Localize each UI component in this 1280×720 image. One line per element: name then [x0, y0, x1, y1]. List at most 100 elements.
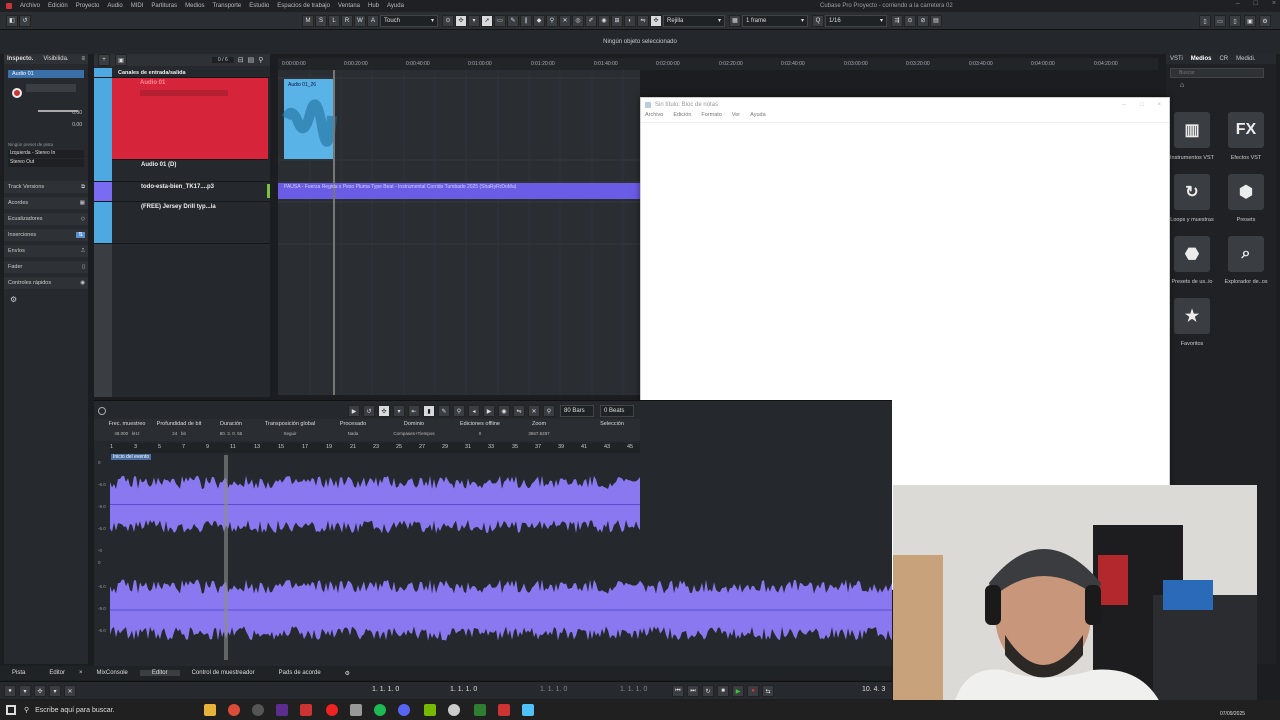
punch-icon[interactable]: ✕ [64, 685, 76, 697]
inspector-settings-icon[interactable]: ⚙ [10, 295, 82, 304]
obs-icon[interactable] [252, 704, 264, 716]
editor-playhead[interactable] [224, 455, 228, 660]
windows-start-icon[interactable] [6, 705, 16, 715]
left-locator[interactable]: 1. 1. 1. 0 [372, 686, 399, 693]
editor-play-tool-icon[interactable]: ▶ [483, 405, 495, 417]
editor-scroll-icon[interactable]: ⇤ [408, 405, 420, 417]
comp-tool-icon[interactable]: ⊞ [611, 14, 623, 27]
volume-fader[interactable] [38, 110, 78, 112]
tab-chord-pads[interactable]: Pads de acorde [267, 670, 333, 676]
taskbar-search[interactable]: ⚲ Escribe aquí para buscar. [24, 701, 194, 719]
solo-mode-button[interactable]: S [315, 14, 327, 27]
vst-effects-tile[interactable]: FX [1228, 112, 1264, 148]
color-icon[interactable]: ◐ [624, 14, 636, 27]
record-icon[interactable]: ● [747, 685, 759, 697]
loop-toggle-icon[interactable]: ↺ [363, 405, 375, 417]
bars-field[interactable]: 80 Bars [560, 405, 594, 417]
snap-toggle-icon[interactable]: ✣ [650, 14, 662, 27]
section-fader[interactable]: Fader ▯ [4, 261, 88, 273]
notepad-close-icon[interactable]: × [1157, 98, 1161, 112]
mute-tool-icon[interactable]: ✕ [559, 14, 571, 27]
chrome-alt-icon[interactable] [448, 704, 460, 716]
favorites-tile[interactable]: ★ [1174, 298, 1210, 334]
glue-tool-icon[interactable]: ∥ [520, 14, 532, 27]
object-selection-tool-icon[interactable]: ➚ [481, 14, 493, 27]
info-bit-depth[interactable]: Profundidad de bit 24 bit [154, 421, 204, 436]
snap-type-select[interactable]: Rejilla ▾ [663, 14, 725, 27]
notepad-menu-file[interactable]: Archivo [645, 112, 663, 122]
app-icon[interactable] [350, 704, 362, 716]
spotify-icon[interactable] [374, 704, 386, 716]
menu-item[interactable]: Estudio [249, 3, 269, 9]
home-icon[interactable]: ⌂ [1180, 82, 1184, 89]
premiere-icon[interactable] [276, 704, 288, 716]
editor-dropdown-icon[interactable]: ▾ [393, 405, 405, 417]
range-tool-icon[interactable]: ▭ [494, 14, 506, 27]
notepad-menu-edit[interactable]: Edición [673, 112, 691, 122]
beats-field[interactable]: 0 Beats [600, 405, 634, 417]
notepad-maximize-icon[interactable]: □ [1140, 98, 1144, 112]
user-presets-tile[interactable]: ⬣ [1174, 236, 1210, 272]
editor-snap-zero-icon[interactable]: ✕ [528, 405, 540, 417]
punch-in-locator[interactable]: 1. 1. 1. 0 [540, 686, 567, 693]
read-button[interactable]: R [341, 14, 353, 27]
add-track-icon[interactable]: + [98, 54, 110, 66]
editor-draw-icon[interactable]: ✎ [438, 405, 450, 417]
track-jersey-drill[interactable]: (FREE) Jersey Drill typ...ia [94, 202, 270, 244]
activate-project-icon[interactable]: ◧ [6, 14, 18, 27]
menu-item[interactable]: Edición [48, 3, 68, 9]
nudge-icon[interactable]: ⇋ [637, 14, 649, 27]
automation-mode-select[interactable]: Touch ▾ [380, 14, 438, 27]
routing-input[interactable]: Izquierda - Stereo In [8, 150, 84, 158]
loops-tile[interactable]: ↻ [1174, 174, 1210, 210]
go-to-end-icon[interactable]: ⏭ [687, 685, 699, 697]
track-todo-esta-bien[interactable]: todo-esta-bien_TK17....p3 [94, 182, 270, 202]
tab-track[interactable]: Pista [0, 670, 37, 676]
close-icon[interactable]: × [1272, 0, 1276, 7]
section-inserts[interactable]: Inserciones ⇅ [4, 229, 88, 241]
editor-ruler[interactable]: 1 3 5 7 9 11 13 15 17 19 21 23 25 27 29 … [110, 443, 640, 453]
quantize-panel-icon[interactable]: ▤ [930, 14, 942, 27]
tab-settings-icon[interactable]: ⚙ [333, 670, 362, 677]
info-offline-edits[interactable]: Ediciones offline 0 [450, 421, 510, 436]
mute-mode-button[interactable]: M [302, 14, 314, 27]
minimize-icon[interactable]: – [1236, 0, 1240, 7]
menu-item[interactable]: MIDI [131, 3, 144, 9]
layout-full-icon[interactable]: ▣ [1244, 15, 1256, 27]
info-duration[interactable]: Duración 80. 3. 0. 55 [206, 421, 256, 436]
track-filter-icon[interactable]: ⊟ [238, 56, 244, 64]
tab-media[interactable]: Medios [1191, 56, 1212, 62]
cycle-icon[interactable]: ↻ [702, 685, 714, 697]
explorer-tile[interactable]: ⌕ [1228, 236, 1264, 272]
quantize-value-select[interactable]: 1/16 ▾ [825, 14, 887, 27]
track-audio-01-d[interactable]: Audio 01 (D) [94, 160, 270, 182]
menu-icon[interactable]: ≡ [81, 56, 85, 62]
settings-icon[interactable]: ⚙ [1259, 15, 1271, 27]
erase-tool-icon[interactable]: ◆ [533, 14, 545, 27]
tab-vsti[interactable]: VSTi [1170, 56, 1183, 62]
notepad-menu-view[interactable]: Ver [732, 112, 740, 122]
section-sends[interactable]: Envíos ⎍ [4, 245, 88, 257]
section-equalizers[interactable]: Ecualizadores ◇ [4, 213, 88, 225]
quantize-reset-icon[interactable]: ⊘ [917, 14, 929, 27]
discord-icon[interactable] [398, 704, 410, 716]
cubase-alt-icon[interactable] [498, 704, 510, 716]
editor-zoom-icon[interactable]: ⚲ [453, 405, 465, 417]
stop-icon[interactable]: ■ [717, 685, 729, 697]
menu-item[interactable]: Medios [185, 3, 204, 9]
inspector-pan[interactable]: 0.00 [72, 122, 82, 128]
maximize-icon[interactable]: □ [1254, 0, 1258, 7]
track-presets-icon[interactable]: ▣ [115, 54, 127, 66]
close-icon[interactable]: × [77, 670, 85, 676]
file-explorer-icon[interactable] [204, 704, 216, 716]
layout-left-icon[interactable]: ▯ [1199, 15, 1211, 27]
editor-scrub-icon[interactable]: ◂ [468, 405, 480, 417]
menu-item[interactable]: Transporte [212, 3, 241, 9]
draw-tool-icon[interactable]: ✐ [585, 14, 597, 27]
editor-speaker-icon[interactable]: ◉ [498, 405, 510, 417]
track-audio-01[interactable]: Audio 01 [112, 78, 268, 160]
time-warp-icon[interactable]: ◎ [572, 14, 584, 27]
quantize-apply-icon[interactable]: ⊙ [904, 14, 916, 27]
section-track-versions[interactable]: Track Versions ⧉ [4, 181, 88, 193]
info-selection[interactable]: Selección [584, 421, 640, 431]
